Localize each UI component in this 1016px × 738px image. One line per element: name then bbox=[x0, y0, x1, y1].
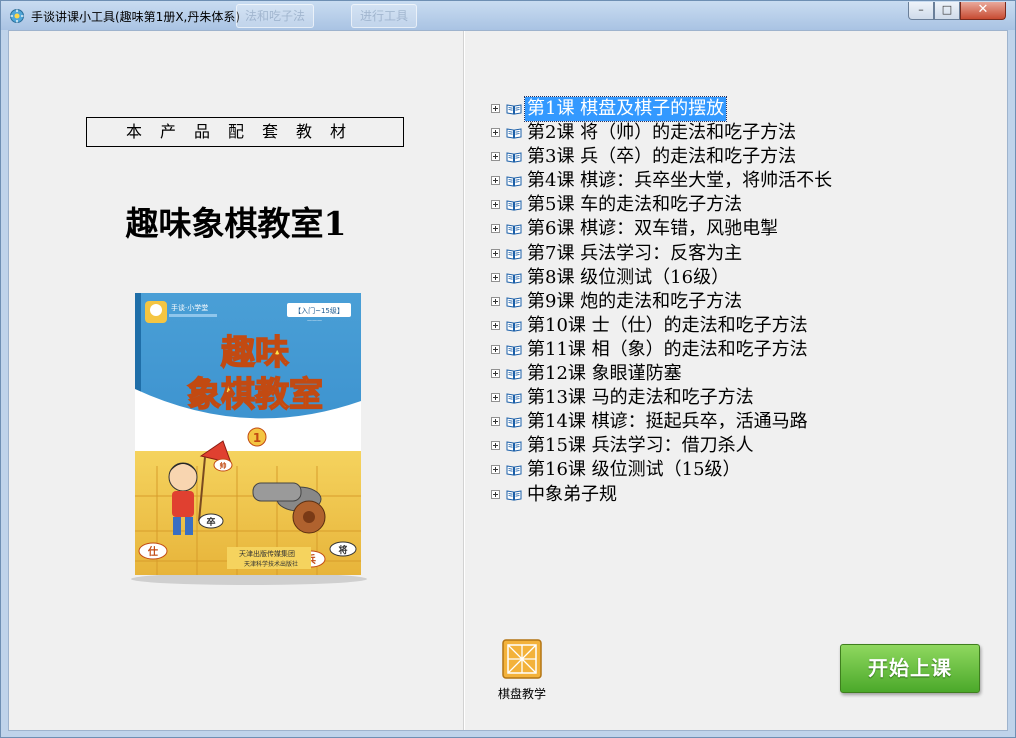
expand-icon[interactable] bbox=[491, 104, 500, 113]
expand-icon[interactable] bbox=[491, 369, 500, 379]
lesson-label[interactable]: 第10课 士（仕）的走法和吃子方法 bbox=[525, 314, 810, 338]
panel-divider bbox=[463, 31, 465, 730]
lesson-label[interactable]: 第3课 兵（卒）的走法和吃子方法 bbox=[525, 145, 798, 169]
cover-piece-4: 将 bbox=[338, 544, 347, 556]
cover-title-line2: 象棋教室 bbox=[187, 375, 323, 415]
chessboard-icon bbox=[502, 639, 542, 679]
book-icon bbox=[506, 200, 522, 211]
cover-series-badge: 手谈·小学堂 bbox=[171, 303, 208, 312]
lesson-label[interactable]: 第7课 兵法学习：反客为主 bbox=[525, 242, 744, 266]
book-icon bbox=[506, 321, 522, 332]
expand-icon[interactable] bbox=[491, 417, 500, 427]
background-tab-2: 进行工具 bbox=[351, 4, 418, 28]
maximize-button[interactable]: □ bbox=[934, 2, 960, 20]
cover-piece-2: 卒 bbox=[206, 516, 215, 528]
lesson-label[interactable]: 第13课 马的走法和吃子方法 bbox=[525, 386, 756, 410]
book-icon bbox=[506, 224, 522, 236]
cover-publisher: 天津出版传媒集团 bbox=[239, 549, 295, 558]
book-icon bbox=[506, 393, 522, 404]
expand-icon[interactable] bbox=[491, 320, 500, 330]
board-teaching-label: 棋盘教学 bbox=[497, 687, 546, 701]
lesson-label[interactable]: 第6课 棋谚：双车错，风驰电掣 bbox=[525, 217, 780, 241]
expand-icon[interactable] bbox=[491, 128, 500, 138]
book-icon bbox=[506, 465, 522, 476]
board-teaching-button[interactable]: 棋盘教学 bbox=[487, 639, 557, 702]
minimize-button[interactable]: – bbox=[908, 2, 934, 20]
lesson-label[interactable]: 第11课 相（象）的走法和吃子方法 bbox=[525, 338, 810, 362]
window-title: 手谈讲课小工具(趣味第1册X,丹朱体系) bbox=[31, 10, 241, 24]
cover-level-tag: 【入门~15级】 bbox=[294, 306, 344, 315]
close-button[interactable]: ✕ bbox=[960, 2, 1006, 20]
book-icon bbox=[506, 369, 522, 380]
expand-icon[interactable] bbox=[491, 441, 500, 451]
lesson-label[interactable]: 第12课 象眼谨防塞 bbox=[525, 362, 684, 386]
expand-icon[interactable] bbox=[491, 224, 500, 234]
lesson-label[interactable]: 第15课 兵法学习：借刀杀人 bbox=[525, 434, 756, 458]
book-icon bbox=[506, 489, 522, 501]
lesson-label[interactable]: 第9课 炮的走法和吃子方法 bbox=[525, 290, 744, 314]
expand-icon[interactable] bbox=[491, 176, 500, 186]
lesson-label[interactable]: 第8课 级位测试（16级） bbox=[525, 266, 731, 290]
book-icon bbox=[506, 417, 522, 428]
expand-icon[interactable] bbox=[491, 152, 500, 162]
cover-piece-1: 仕 bbox=[147, 545, 158, 558]
expand-icon[interactable] bbox=[491, 272, 500, 282]
book-icon bbox=[506, 176, 522, 187]
book-icon bbox=[506, 152, 522, 163]
lesson-label[interactable]: 第5课 车的走法和吃子方法 bbox=[525, 193, 744, 217]
expand-icon[interactable] bbox=[491, 248, 500, 258]
cover-piece-5: 帅 bbox=[220, 461, 227, 470]
book-icon bbox=[506, 441, 522, 452]
expand-icon[interactable] bbox=[491, 344, 500, 354]
cover-press: 天津科学技术出版社 bbox=[244, 560, 298, 568]
app-icon bbox=[10, 9, 24, 23]
book-title: 趣味象棋教室1 bbox=[125, 204, 347, 243]
book-icon bbox=[506, 248, 522, 260]
book-icon bbox=[506, 297, 522, 308]
cover-volume: 1 bbox=[253, 431, 261, 445]
cover-title-line1: 趣味 bbox=[221, 333, 289, 373]
expand-icon[interactable] bbox=[491, 489, 500, 499]
start-class-button[interactable]: 开始上课 bbox=[840, 644, 980, 693]
book-icon bbox=[506, 345, 522, 356]
lesson-label[interactable]: 第2课 将（帅）的走法和吃子方法 bbox=[525, 121, 798, 145]
expand-icon[interactable] bbox=[491, 465, 500, 475]
expand-icon[interactable] bbox=[491, 200, 500, 210]
lesson-label[interactable]: 第1课 棋盘及棋子的摆放 bbox=[523, 96, 728, 122]
expand-icon[interactable] bbox=[491, 393, 500, 403]
book-icon bbox=[506, 273, 522, 284]
lesson-label[interactable]: 中象弟子规 bbox=[525, 483, 619, 507]
title-bar[interactable]: 手谈讲课小工具(趣味第1册X,丹朱体系) 法和吃子法 进行工具 – □ ✕ bbox=[1, 1, 1015, 30]
supplement-label: 本产品配套教材 bbox=[86, 117, 404, 147]
book-icon bbox=[506, 104, 522, 115]
svg-text:———: ——— bbox=[307, 318, 322, 324]
background-tab-1: 法和吃子法 bbox=[236, 4, 315, 28]
book-icon bbox=[506, 128, 522, 139]
lesson-label[interactable]: 第4课 棋谚：兵卒坐大堂，将帅活不长 bbox=[525, 169, 834, 193]
book-cover-image: 手谈·小学堂 【入门~15级】 ——— 趣味 象棋教室 1 仕 卒 将 帅 天津… bbox=[131, 293, 367, 585]
app-window: 手谈讲课小工具(趣味第1册X,丹朱体系) 法和吃子法 进行工具 – □ ✕ 本产… bbox=[0, 0, 1016, 738]
expand-icon[interactable] bbox=[491, 296, 500, 306]
main-panel: 本产品配套教材 趣味象棋教室1 手谈·小学堂 【入门~15级】 ——— 趣味 象… bbox=[8, 30, 1008, 731]
lesson-label[interactable]: 第14课 棋谚：挺起兵卒，活通马路 bbox=[525, 410, 810, 434]
lesson-label[interactable]: 第16课 级位测试（15级） bbox=[525, 458, 743, 482]
